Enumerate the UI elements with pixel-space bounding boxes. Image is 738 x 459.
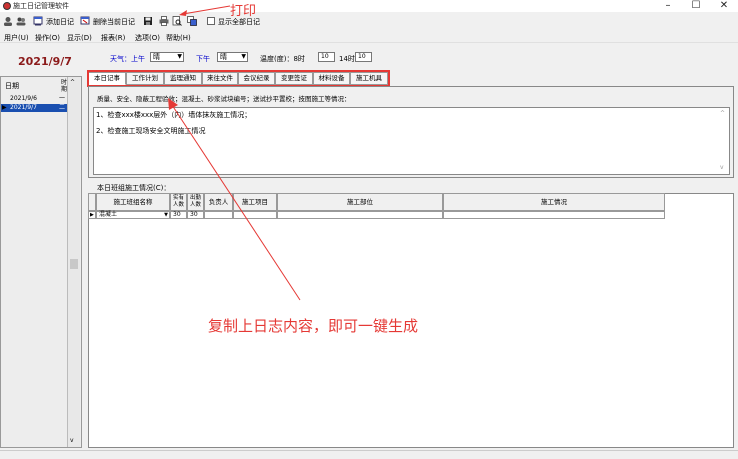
afternoon-label: 下午 <box>196 55 210 63</box>
weather-afternoon-value: 晴 <box>220 53 227 61</box>
current-date: 2021/9/7 <box>18 55 72 68</box>
list-item[interactable]: 2021/9/6 一 <box>1 95 69 103</box>
temp-8-value: 10 <box>321 53 329 60</box>
menu-user[interactable]: 用户(U) <box>4 33 29 43</box>
users-icon[interactable] <box>16 16 26 26</box>
print-annotation: 打印 <box>230 4 257 19</box>
menu-options[interactable]: 选项(O) <box>135 33 160 43</box>
title-bar: 施工日记管理软件 – ☐ ✕ <box>0 0 738 12</box>
print-icon[interactable] <box>159 16 169 26</box>
grid-cell-status[interactable] <box>443 211 665 219</box>
current-date-panel: 2021/9/7 <box>0 48 82 76</box>
weather-morning-select[interactable]: 晴 ▼ <box>150 52 184 62</box>
app-icon <box>3 2 11 10</box>
list-item-date: 2021/9/6 <box>10 95 37 102</box>
chevron-down-icon[interactable]: ▼ <box>241 53 246 61</box>
print-preview-icon[interactable] <box>172 16 182 26</box>
weather-label: 天气：上午 <box>110 55 145 63</box>
print-annotation-arrow <box>179 5 231 16</box>
minimize-button[interactable]: – <box>654 0 682 12</box>
menu-operate[interactable]: 操作(O) <box>35 33 60 43</box>
list-header-date: 日期 <box>5 82 19 90</box>
status-bar <box>0 450 738 459</box>
time-14-label: 14时 <box>339 55 355 63</box>
temperature-label: 温度(度)：8时 <box>260 55 305 63</box>
delete-diary-icon[interactable] <box>80 16 90 26</box>
weather-afternoon-select[interactable]: 晴 ▼ <box>217 52 248 62</box>
tabs-highlight-box <box>87 70 390 87</box>
grid-header-status: 施工情况 <box>443 193 665 211</box>
team-value: 混凝土 <box>99 211 118 218</box>
scroll-up-icon[interactable]: ^ <box>720 110 725 117</box>
copy-annotation: 复制上日志内容，即可一键生成 <box>208 317 419 335</box>
delete-diary-button[interactable]: 删除当前日记 <box>93 17 135 27</box>
weather-morning-value: 晴 <box>153 53 160 61</box>
temp-8-spinner[interactable]: 10 <box>318 52 335 62</box>
row-pointer-icon: ▶ <box>88 211 96 219</box>
menu-help[interactable]: 帮助(H) <box>166 33 191 43</box>
scroll-thumb[interactable] <box>70 259 78 269</box>
weather-row: 天气：上午 晴 ▼ 下午 晴 ▼ 温度(度)：8时 10 14时 10 <box>110 52 730 64</box>
add-diary-icon[interactable] <box>33 16 43 26</box>
copy-icon[interactable] <box>187 16 197 26</box>
row-pointer-icon: ▶ <box>2 104 7 111</box>
chevron-down-icon[interactable]: ▼ <box>177 53 182 61</box>
show-all-checkbox[interactable] <box>207 17 215 25</box>
list-item-period: 一 <box>59 95 66 102</box>
scroll-down-icon[interactable]: v <box>70 437 74 444</box>
window-title: 施工日记管理软件 <box>13 2 69 10</box>
save-icon[interactable] <box>143 16 153 26</box>
user-icon[interactable] <box>3 16 13 26</box>
list-item-selected[interactable]: ▶ 2021/9/7 二 <box>1 104 69 112</box>
list-item-date: 2021/9/7 <box>10 104 37 111</box>
scroll-down-icon[interactable]: v <box>720 164 724 171</box>
temp-14-value: 10 <box>358 53 366 60</box>
temp-14-spinner[interactable]: 10 <box>355 52 372 62</box>
diary-date-list[interactable]: 日期 时期 2021/9/6 一 ▶ 2021/9/7 二 ^ v <box>0 76 82 448</box>
copy-annotation-arrow <box>168 98 301 301</box>
menu-report[interactable]: 报表(R) <box>101 33 125 43</box>
close-button[interactable]: ✕ <box>710 0 738 12</box>
maximize-button[interactable]: ☐ <box>682 0 710 12</box>
scroll-up-icon[interactable]: ^ <box>70 79 75 86</box>
menu-display[interactable]: 显示(D) <box>67 33 92 43</box>
add-diary-button[interactable]: 添加日记 <box>46 17 74 27</box>
grid-corner <box>88 193 96 211</box>
vertical-scrollbar[interactable]: ^ v <box>67 77 80 447</box>
list-item-period: 二 <box>59 104 66 111</box>
menu-bar: 用户(U) 操作(O) 显示(D) 报表(R) 选项(O) 帮助(H) <box>0 31 738 43</box>
toolbar: 添加日记 删除当前日记 显示全部日记 <box>0 13 738 30</box>
